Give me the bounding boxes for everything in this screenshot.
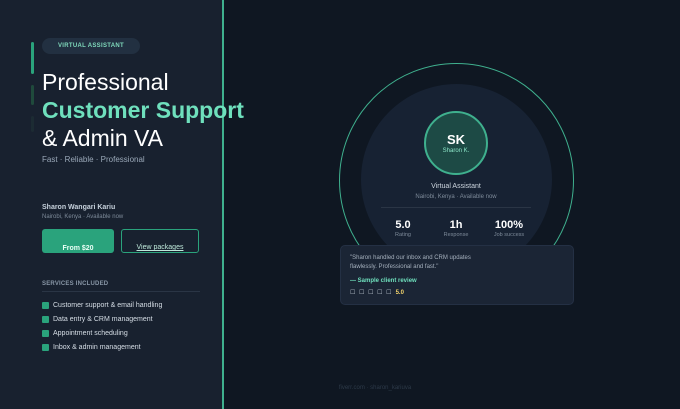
headline: Professional Customer Support & Admin VA bbox=[42, 68, 244, 152]
stat-response: 1h Response bbox=[444, 219, 469, 238]
profile-location: Nairobi, Kenya · Available now bbox=[415, 194, 497, 200]
review-source: — Sample client review bbox=[350, 278, 417, 284]
stat-label: Job success bbox=[493, 232, 525, 238]
services-list: Customer support & email handling Data e… bbox=[42, 298, 162, 354]
stat-job-success: 100% Job success bbox=[494, 219, 524, 238]
list-item: Appointment scheduling bbox=[42, 326, 162, 340]
service-label: Customer support & email handling bbox=[53, 301, 163, 309]
review-rating: ☐ ☐ ☐ ☐ ☐ 5.0 bbox=[350, 289, 404, 297]
headline-line-3: & Admin VA bbox=[42, 125, 164, 151]
list-item: Data entry & CRM management bbox=[42, 312, 162, 326]
seller-location: Nairobi, Kenya · Available now bbox=[42, 214, 124, 220]
stat-label: Rating bbox=[395, 232, 411, 238]
headline-line-2: Customer Support bbox=[42, 97, 244, 123]
stat-value: 1h bbox=[449, 219, 463, 231]
star-icons: ☐ ☐ ☐ ☐ ☐ bbox=[350, 290, 393, 296]
avatar-initials: SK bbox=[446, 131, 466, 147]
view-packages-button[interactable]: View packages bbox=[121, 229, 199, 253]
stat-value: 100% bbox=[494, 219, 524, 231]
review-score: 5.0 bbox=[395, 289, 404, 296]
vertical-divider bbox=[222, 0, 224, 409]
avatar-name: Sharon K. bbox=[442, 147, 470, 154]
accent-bar bbox=[31, 116, 34, 132]
footer-credit: fiverr.com · sharon_kariuva bbox=[338, 385, 412, 391]
accent-bar bbox=[31, 85, 34, 105]
service-label: Inbox & admin management bbox=[53, 343, 141, 351]
check-icon bbox=[42, 343, 49, 351]
services-divider bbox=[42, 291, 200, 292]
service-label: Data entry & CRM management bbox=[53, 315, 153, 323]
service-label: Appointment scheduling bbox=[53, 329, 128, 337]
check-icon bbox=[42, 329, 49, 337]
services-title: SERVICES INCLUDED bbox=[42, 281, 109, 287]
list-item: Inbox & admin management bbox=[42, 340, 162, 354]
stat-value: 5.0 bbox=[395, 219, 411, 231]
avatar: SK Sharon K. bbox=[424, 111, 488, 175]
category-badge: VIRTUAL ASSISTANT bbox=[42, 38, 140, 54]
review-text: "Sharon handled our inbox and CRM update… bbox=[350, 255, 471, 270]
stat-label: Response bbox=[443, 232, 469, 238]
accent-bar bbox=[31, 42, 34, 74]
headline-line-1: Professional bbox=[42, 69, 169, 95]
check-icon bbox=[42, 315, 49, 323]
check-icon bbox=[42, 301, 49, 309]
list-item: Customer support & email handling bbox=[42, 298, 162, 312]
tagline: Fast · Reliable · Professional bbox=[42, 155, 145, 164]
seller-name: Sharon Wangari Kariu bbox=[42, 204, 116, 211]
stats-divider bbox=[381, 207, 531, 208]
price-button[interactable]: From $20 bbox=[42, 229, 114, 253]
profile-role: Virtual Assistant bbox=[431, 183, 481, 190]
stat-rating: 5.0 Rating bbox=[395, 219, 411, 238]
